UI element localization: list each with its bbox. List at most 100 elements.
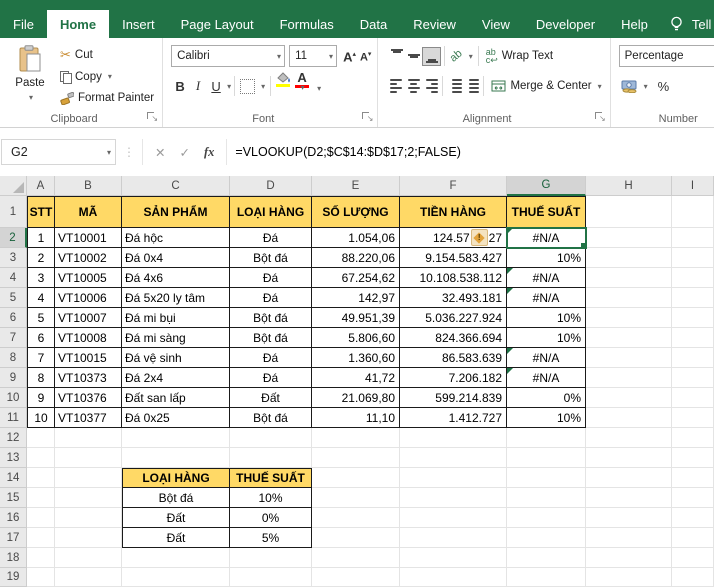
- cell-G3[interactable]: 10%: [507, 248, 586, 268]
- underline-dropdown-icon[interactable]: ▾: [227, 82, 231, 91]
- cell-F5[interactable]: 32.493.181: [400, 288, 507, 308]
- cell-I9[interactable]: [672, 368, 714, 388]
- merge-center-button[interactable]: Merge & Center ▾: [487, 78, 605, 94]
- cell-D3[interactable]: Bột đá: [230, 248, 312, 268]
- borders-dropdown-icon[interactable]: ▾: [261, 82, 265, 91]
- trace-error-button[interactable]: !: [470, 229, 488, 246]
- cell-A10[interactable]: 9: [27, 388, 55, 408]
- fill-color-button[interactable]: ▾: [274, 71, 305, 101]
- cell-F18[interactable]: [400, 548, 507, 568]
- cell-A1[interactable]: STT: [27, 196, 55, 228]
- cell-E9[interactable]: 41,72: [312, 368, 400, 388]
- cell-H7[interactable]: [586, 328, 672, 348]
- row-header-12[interactable]: 12: [0, 428, 27, 448]
- cell-C12[interactable]: [122, 428, 230, 448]
- cell-I4[interactable]: [672, 268, 714, 288]
- cell-G16[interactable]: [507, 508, 586, 528]
- underline-button[interactable]: U: [207, 76, 225, 96]
- cell-C5[interactable]: Đá 5x20 ly tâm: [122, 288, 230, 308]
- cell-I15[interactable]: [672, 488, 714, 508]
- cell-H15[interactable]: [586, 488, 672, 508]
- cell-D18[interactable]: [230, 548, 312, 568]
- cell-A7[interactable]: 6: [27, 328, 55, 348]
- cell-A17[interactable]: [27, 528, 55, 548]
- cell-H5[interactable]: [586, 288, 672, 308]
- cell-E3[interactable]: 88.220,06: [312, 248, 400, 268]
- clipboard-dialog-launcher[interactable]: [147, 112, 158, 123]
- cell-A16[interactable]: [27, 508, 55, 528]
- cell-C1[interactable]: SẢN PHẨM: [122, 196, 230, 228]
- cell-D10[interactable]: Đất: [230, 388, 312, 408]
- cell-A12[interactable]: [27, 428, 55, 448]
- cell-G9[interactable]: #N/A: [507, 368, 586, 388]
- cell-B11[interactable]: VT10377: [55, 408, 122, 428]
- cell-F15[interactable]: [400, 488, 507, 508]
- column-header-C[interactable]: C: [122, 176, 230, 196]
- merge-center-dropdown-icon[interactable]: ▾: [598, 82, 602, 91]
- cell-G17[interactable]: [507, 528, 586, 548]
- cell-B15[interactable]: [55, 488, 122, 508]
- cell-F6[interactable]: 5.036.227.924: [400, 308, 507, 328]
- cell-C11[interactable]: Đá 0x25: [122, 408, 230, 428]
- cell-E14[interactable]: [312, 468, 400, 488]
- cell-B2[interactable]: VT10001: [55, 228, 122, 248]
- cell-G19[interactable]: [507, 568, 586, 587]
- cell-A8[interactable]: 7: [27, 348, 55, 368]
- row-header-9[interactable]: 9: [0, 368, 27, 388]
- cell-C2[interactable]: Đá hộc: [122, 228, 230, 248]
- cell-G10[interactable]: 0%: [507, 388, 586, 408]
- cell-I11[interactable]: [672, 408, 714, 428]
- row-header-7[interactable]: 7: [0, 328, 27, 348]
- cell-I18[interactable]: [672, 548, 714, 568]
- cell-E8[interactable]: 1.360,60: [312, 348, 400, 368]
- font-dialog-launcher[interactable]: [362, 112, 373, 123]
- cell-G5[interactable]: #N/A: [507, 288, 586, 308]
- cell-C7[interactable]: Đá mi sàng: [122, 328, 230, 348]
- cell-D15[interactable]: 10%: [230, 488, 312, 508]
- cell-F10[interactable]: 599.214.839: [400, 388, 507, 408]
- cell-D5[interactable]: Đá: [230, 288, 312, 308]
- cell-I13[interactable]: [672, 448, 714, 468]
- cell-H11[interactable]: [586, 408, 672, 428]
- row-header-16[interactable]: 16: [0, 508, 27, 528]
- font-size-select[interactable]: 11 ▾: [289, 45, 338, 67]
- cell-B4[interactable]: VT10005: [55, 268, 122, 288]
- column-header-H[interactable]: H: [586, 176, 672, 196]
- cell-I19[interactable]: [672, 568, 714, 587]
- cell-C4[interactable]: Đá 4x6: [122, 268, 230, 288]
- row-header-15[interactable]: 15: [0, 488, 27, 508]
- cell-H13[interactable]: [586, 448, 672, 468]
- cell-D6[interactable]: Bột đá: [230, 308, 312, 328]
- font-color-dropdown-icon[interactable]: ▾: [317, 84, 321, 93]
- font-name-select[interactable]: Calibri ▾: [171, 45, 286, 67]
- cell-F9[interactable]: 7.206.182: [400, 368, 507, 388]
- cell-A11[interactable]: 10: [27, 408, 55, 428]
- cell-I7[interactable]: [672, 328, 714, 348]
- tab-review[interactable]: Review: [400, 10, 469, 38]
- column-header-D[interactable]: D: [230, 176, 312, 196]
- borders-button[interactable]: ▾: [238, 77, 267, 96]
- cell-B13[interactable]: [55, 448, 122, 468]
- cell-E2[interactable]: 1.054,06: [312, 228, 400, 248]
- cell-B16[interactable]: [55, 508, 122, 528]
- tab-page-layout[interactable]: Page Layout: [168, 10, 267, 38]
- cell-H8[interactable]: [586, 348, 672, 368]
- insert-function-icon[interactable]: fx: [204, 145, 214, 160]
- cell-C19[interactable]: [122, 568, 230, 587]
- top-align-button[interactable]: [388, 48, 405, 65]
- cell-I12[interactable]: [672, 428, 714, 448]
- cell-H3[interactable]: [586, 248, 672, 268]
- row-header-1[interactable]: 1: [0, 196, 27, 228]
- cell-F19[interactable]: [400, 568, 507, 587]
- font-name-dropdown-icon[interactable]: ▾: [273, 52, 281, 61]
- selected-cell-G2[interactable]: #N/A: [506, 227, 587, 249]
- cell-G15[interactable]: [507, 488, 586, 508]
- cell-F4[interactable]: 10.108.538.112: [400, 268, 507, 288]
- row-header-14[interactable]: 14: [0, 468, 27, 488]
- accounting-format-button[interactable]: ▾: [619, 78, 650, 95]
- column-header-E[interactable]: E: [312, 176, 400, 196]
- cell-H1[interactable]: [586, 196, 672, 228]
- cell-F11[interactable]: 1.412.727: [400, 408, 507, 428]
- cell-C3[interactable]: Đá 0x4: [122, 248, 230, 268]
- cell-A4[interactable]: 3: [27, 268, 55, 288]
